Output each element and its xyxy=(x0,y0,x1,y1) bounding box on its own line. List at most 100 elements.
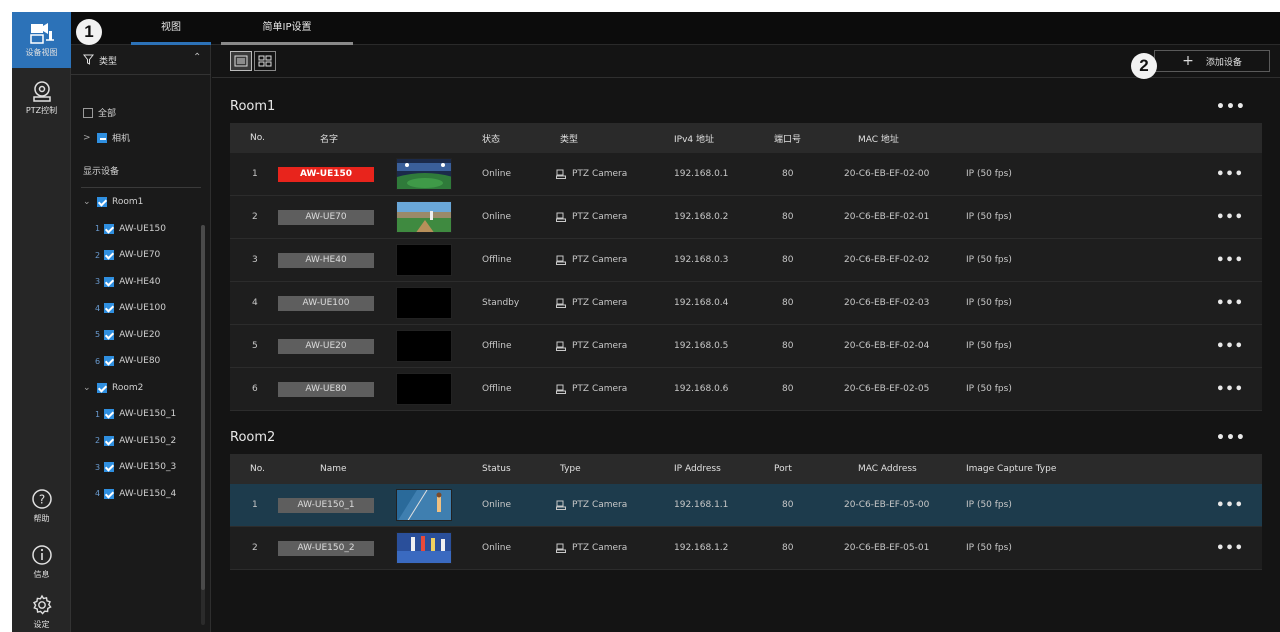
tree-item[interactable]: 2 AW-UE70 xyxy=(95,250,160,260)
baseball-thumbnail xyxy=(396,201,452,233)
row-number: 3 xyxy=(252,255,258,265)
tab-simple-ip-settings[interactable]: 简单IP设置 xyxy=(221,22,353,45)
checkbox[interactable] xyxy=(104,435,115,446)
column-header[interactable]: Type xyxy=(560,454,581,484)
row-number: 4 xyxy=(252,298,258,308)
port: 80 xyxy=(782,384,794,394)
nav-ptz-control[interactable]: PTZ控制 xyxy=(12,70,71,126)
row-more-button[interactable]: ••• xyxy=(1216,325,1244,367)
checkbox[interactable] xyxy=(97,382,107,393)
row-more-button[interactable]: ••• xyxy=(1216,282,1244,324)
tree-item-number: 2 xyxy=(95,250,101,260)
checkbox[interactable] xyxy=(104,276,115,287)
chevron-down-icon[interactable]: ⌄ xyxy=(83,197,91,207)
group-title-room2: Room2 xyxy=(230,430,276,445)
group-more-button[interactable]: ••• xyxy=(1216,430,1246,446)
checkbox[interactable] xyxy=(104,356,115,366)
column-header[interactable]: IPv4 地址 xyxy=(674,123,714,153)
group-more-button[interactable]: ••• xyxy=(1216,99,1246,115)
tree-item[interactable]: 4 AW-UE100 xyxy=(95,303,166,313)
table-row[interactable]: 6 AW-UE80 Offline PTZ Camera 192.168.0.6 80 20… xyxy=(230,368,1262,411)
checkbox[interactable] xyxy=(83,107,93,118)
ptz-camera-icon xyxy=(556,255,566,265)
tree-item[interactable]: 4 AW-UE150_4 xyxy=(95,488,176,499)
list-view-toggle[interactable] xyxy=(230,51,252,71)
device-type: PTZ Camera xyxy=(572,298,628,308)
table-row[interactable]: 1 AW-UE150 Online PTZ Camera 192.168.0.1 80 20… xyxy=(230,153,1262,196)
checkbox[interactable] xyxy=(104,250,115,260)
row-more-button[interactable]: ••• xyxy=(1216,484,1244,526)
table-row[interactable]: 3 AW-HE40 Offline PTZ Camera 192.168.0.3 80 20… xyxy=(230,239,1262,282)
device-name-chip[interactable]: AW-UE150_2 xyxy=(278,540,374,556)
tree-item[interactable]: 2 AW-UE150_2 xyxy=(95,435,176,446)
table-row[interactable]: 5 AW-UE20 Offline PTZ Camera 192.168.0.5 80 20… xyxy=(230,325,1262,368)
tree-item[interactable]: 3 AW-HE40 xyxy=(95,276,160,287)
add-device-button[interactable]: + 添加设备 xyxy=(1154,50,1270,72)
nav-settings[interactable]: 设定 xyxy=(12,584,71,632)
tree-item[interactable]: 1 AW-UE150_1 xyxy=(95,409,176,419)
type-filter-header[interactable]: 类型 ⌃ xyxy=(71,45,211,75)
device-name-chip[interactable]: AW-UE70 xyxy=(278,209,374,225)
column-header[interactable]: MAC 地址 xyxy=(858,123,899,153)
checkbox[interactable] xyxy=(104,462,115,472)
tree-item[interactable]: 3 AW-UE150_3 xyxy=(95,462,176,472)
column-header[interactable]: 类型 xyxy=(560,123,578,153)
device-name-chip[interactable]: AW-HE40 xyxy=(278,252,374,268)
column-header[interactable]: Image Capture Type xyxy=(966,454,1056,484)
scrollbar-thumb[interactable] xyxy=(201,225,205,590)
checkbox[interactable] xyxy=(104,488,115,499)
device-name-chip[interactable]: AW-UE150_1 xyxy=(278,497,374,513)
device-name-chip[interactable]: AW-UE20 xyxy=(278,338,374,354)
mac-address: 20-C6-EB-EF-02-05 xyxy=(844,384,930,394)
checkbox[interactable] xyxy=(104,409,115,419)
column-header[interactable]: 状态 xyxy=(482,123,500,153)
tab-simple-ip-label: 简单IP设置 xyxy=(262,22,312,33)
device-name-chip[interactable]: AW-UE100 xyxy=(278,295,374,311)
chevron-right-icon[interactable]: > xyxy=(83,133,91,143)
chevron-down-icon[interactable]: ⌄ xyxy=(83,383,91,393)
filter-all[interactable]: 全部 xyxy=(83,106,116,119)
table-header: No. 名字 状态 类型 IPv4 地址 端口号 MAC 地址 xyxy=(230,123,1262,153)
row-more-button[interactable]: ••• xyxy=(1216,153,1244,195)
tree-group[interactable]: ⌄ Room2 xyxy=(83,382,143,393)
scrollbar-track[interactable] xyxy=(201,225,205,625)
table-row[interactable]: 4 AW-UE100 Standby PTZ Camera 192.168.0.4 80 2… xyxy=(230,282,1262,325)
checkbox[interactable] xyxy=(97,197,107,207)
chevron-up-icon[interactable]: ⌃ xyxy=(193,52,201,63)
row-more-button[interactable]: ••• xyxy=(1216,368,1244,410)
row-more-button[interactable]: ••• xyxy=(1216,196,1244,238)
table-row[interactable]: 1 AW-UE150_1 Online PTZ Camera 192.168.1.1 80… xyxy=(230,484,1262,527)
device-name-chip[interactable]: AW-UE80 xyxy=(278,381,374,397)
device-name-chip[interactable]: AW-UE150 xyxy=(278,166,374,182)
filter-camera[interactable]: > 相机 xyxy=(83,131,130,144)
table-row[interactable]: 2 AW-UE70 Online PTZ Camera 192.168.0.2 80 20-… xyxy=(230,196,1262,239)
grid-view-toggle[interactable] xyxy=(254,51,276,71)
nav-device-view[interactable]: 设备视图 xyxy=(12,12,71,68)
port: 80 xyxy=(782,500,794,510)
column-header[interactable]: 名字 xyxy=(320,123,338,153)
tab-view[interactable]: 视图 xyxy=(131,22,211,45)
checkbox[interactable] xyxy=(104,329,115,340)
mac-address: 20-C6-EB-EF-02-04 xyxy=(844,341,930,351)
tree-item[interactable]: 1 AW-UE150 xyxy=(95,223,166,234)
tree-group[interactable]: ⌄ Room1 xyxy=(83,197,143,207)
nav-info[interactable]: 信息 xyxy=(12,534,71,590)
checkbox[interactable] xyxy=(97,132,107,143)
tree-item[interactable]: 6 AW-UE80 xyxy=(95,356,160,366)
tree-item[interactable]: 5 AW-UE20 xyxy=(95,329,160,340)
column-header[interactable]: Name xyxy=(320,454,347,484)
column-header[interactable]: MAC Address xyxy=(858,454,917,484)
ip-address: 192.168.0.6 xyxy=(674,384,729,394)
table-row[interactable]: 2 AW-UE150_2 Online PTZ Camera 192.168.1.2 80… xyxy=(230,527,1262,570)
column-header[interactable]: Status xyxy=(482,454,511,484)
row-more-button[interactable]: ••• xyxy=(1216,527,1244,569)
column-header[interactable]: No. xyxy=(250,454,265,484)
checkbox[interactable] xyxy=(104,303,115,313)
column-header[interactable]: Port xyxy=(774,454,792,484)
column-header[interactable]: 端口号 xyxy=(774,123,801,153)
nav-help[interactable]: ? 帮助 xyxy=(12,478,71,534)
column-header[interactable]: IP Address xyxy=(674,454,721,484)
checkbox[interactable] xyxy=(104,223,115,234)
column-header[interactable]: No. xyxy=(250,123,265,153)
row-more-button[interactable]: ••• xyxy=(1216,239,1244,281)
